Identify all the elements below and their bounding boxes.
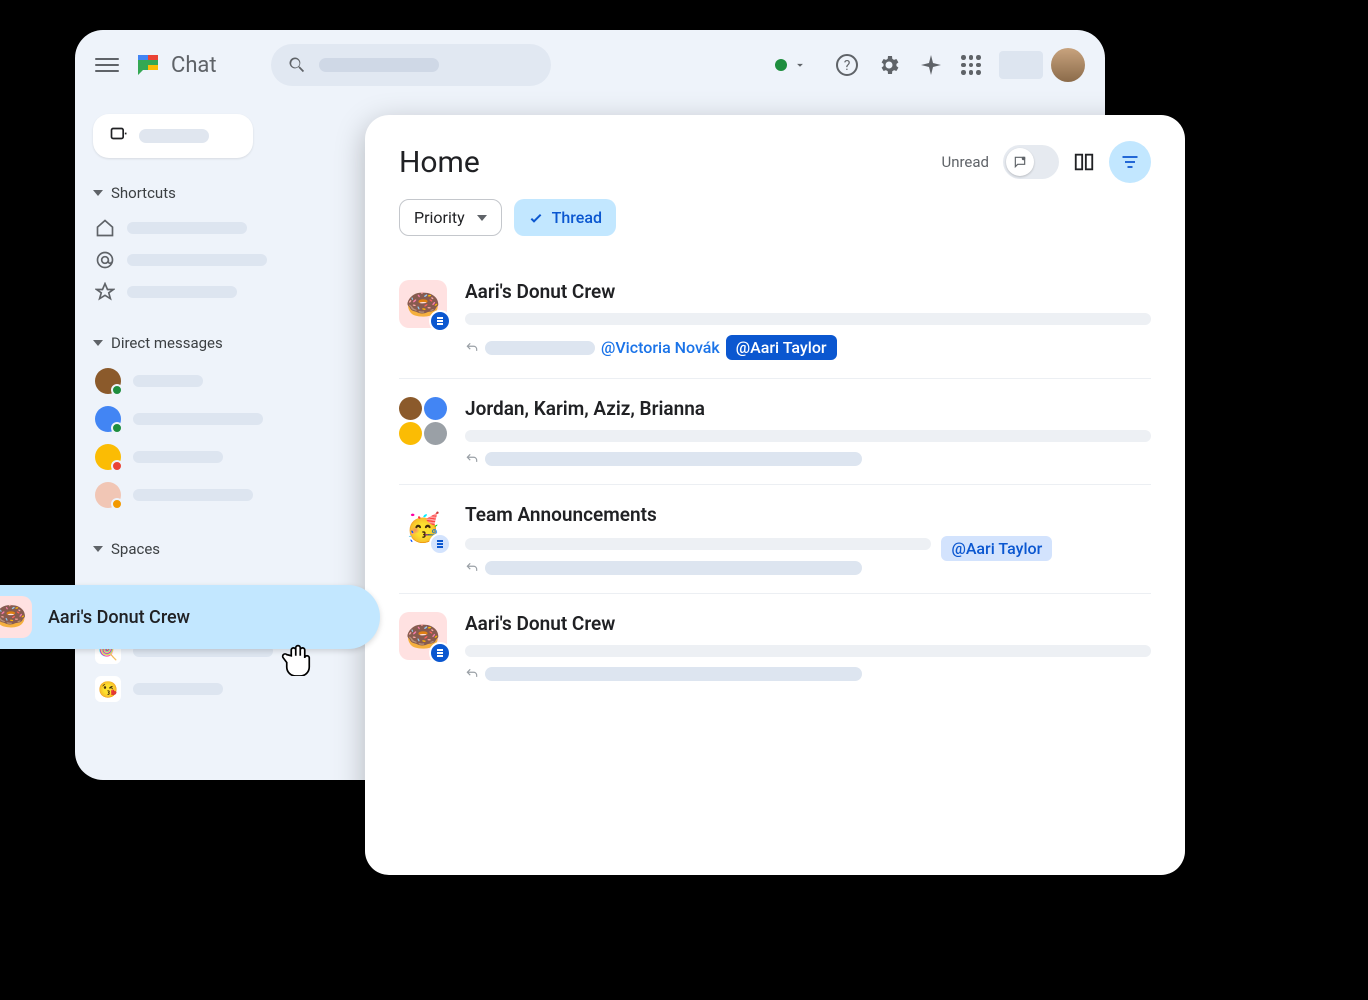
chevron-down-icon xyxy=(93,340,103,346)
conversation-title: Team Announcements xyxy=(465,503,1151,526)
mention-link[interactable]: @Victoria Novák xyxy=(601,338,720,357)
reply-icon xyxy=(465,341,479,355)
dm-contact-1[interactable] xyxy=(93,362,345,400)
star-icon xyxy=(95,282,115,302)
shortcuts-header[interactable]: Shortcuts xyxy=(93,184,345,202)
conversation-avatar xyxy=(399,397,447,445)
svg-text:?: ? xyxy=(844,58,851,74)
filter-button[interactable] xyxy=(1109,141,1151,183)
conversation-item[interactable]: Jordan, Karim, Aziz, Brianna xyxy=(399,379,1151,485)
chat-logo-icon xyxy=(133,50,163,80)
spaces-header[interactable]: Spaces xyxy=(93,540,345,558)
chevron-down-icon xyxy=(793,58,807,72)
shortcut-home[interactable] xyxy=(93,212,345,244)
account-area[interactable] xyxy=(999,48,1085,82)
search-input[interactable] xyxy=(271,44,551,86)
dm-contact-3[interactable] xyxy=(93,438,345,476)
home-panel: Home Unread Priority Thread 🍩 Aari's Donu… xyxy=(365,115,1185,875)
conversation-title: Aari's Donut Crew xyxy=(465,612,1151,635)
reply-icon xyxy=(465,561,479,575)
mention-chip[interactable]: @Aari Taylor xyxy=(941,536,1052,561)
chevron-down-icon xyxy=(93,546,103,552)
conversation-list: 🍩 Aari's Donut Crew @Victoria Novák @Aari T… xyxy=(399,262,1151,699)
topbar: Chat ? xyxy=(75,30,1105,100)
new-chat-button[interactable] xyxy=(93,114,253,158)
donut-icon: 🍩 xyxy=(0,596,32,638)
conversation-item[interactable]: 🥳 Team Announcements @Aari Taylor xyxy=(399,485,1151,594)
conversation-title: Jordan, Karim, Aziz, Brianna xyxy=(465,397,1151,420)
menu-icon[interactable] xyxy=(95,53,119,77)
dm-contact-4[interactable] xyxy=(93,476,345,514)
conversation-avatar: 🍩 xyxy=(399,612,447,660)
search-placeholder xyxy=(319,58,439,72)
new-chat-icon xyxy=(109,126,129,146)
shortcut-starred[interactable] xyxy=(93,276,345,308)
reply-icon xyxy=(465,452,479,466)
home-icon xyxy=(95,218,115,238)
conversation-item[interactable]: 🍩 Aari's Donut Crew @Victoria Novák @Aari T… xyxy=(399,262,1151,379)
page-title: Home xyxy=(399,145,927,180)
at-icon xyxy=(95,250,115,270)
space-pill-label: Aari's Donut Crew xyxy=(48,607,190,628)
dm-contact-2[interactable] xyxy=(93,400,345,438)
status-active-icon xyxy=(775,59,787,71)
app-name: Chat xyxy=(171,53,217,78)
chat-bubble-icon xyxy=(1013,155,1027,169)
split-view-icon[interactable] xyxy=(1073,151,1095,173)
search-icon xyxy=(287,55,307,75)
check-icon xyxy=(528,210,544,226)
conversation-avatar: 🥳 xyxy=(399,503,447,551)
conversation-item[interactable]: 🍩 Aari's Donut Crew xyxy=(399,594,1151,699)
thread-chip[interactable]: Thread xyxy=(514,199,616,236)
thread-badge-icon xyxy=(429,310,451,332)
apps-grid-icon[interactable] xyxy=(961,55,981,75)
help-icon[interactable]: ? xyxy=(835,53,859,77)
grab-cursor-icon xyxy=(280,640,316,676)
unread-toggle[interactable] xyxy=(1003,145,1059,179)
priority-chip[interactable]: Priority xyxy=(399,199,502,236)
chevron-down-icon xyxy=(93,190,103,196)
filter-icon xyxy=(1120,152,1140,172)
conversation-title: Aari's Donut Crew xyxy=(465,280,1151,303)
unread-toggle-label: Unread xyxy=(941,153,989,171)
app-logo[interactable]: Chat xyxy=(133,50,217,80)
settings-gear-icon[interactable] xyxy=(877,53,901,77)
sidebar: Shortcuts Direct messages Spaces 🍭 😘 xyxy=(75,100,355,780)
status-selector[interactable] xyxy=(765,52,817,78)
shortcut-mentions[interactable] xyxy=(93,244,345,276)
space-drag-pill[interactable]: 🍩 Aari's Donut Crew xyxy=(0,585,380,649)
thread-badge-icon xyxy=(429,642,451,664)
reply-icon xyxy=(465,667,479,681)
conversation-avatar: 🍩 xyxy=(399,280,447,328)
thread-badge-icon xyxy=(429,533,451,555)
chevron-down-icon xyxy=(477,215,487,221)
mention-chip[interactable]: @Aari Taylor xyxy=(726,335,837,360)
gemini-sparkle-icon[interactable] xyxy=(919,53,943,77)
user-avatar xyxy=(1051,48,1085,82)
dms-header[interactable]: Direct messages xyxy=(93,334,345,352)
